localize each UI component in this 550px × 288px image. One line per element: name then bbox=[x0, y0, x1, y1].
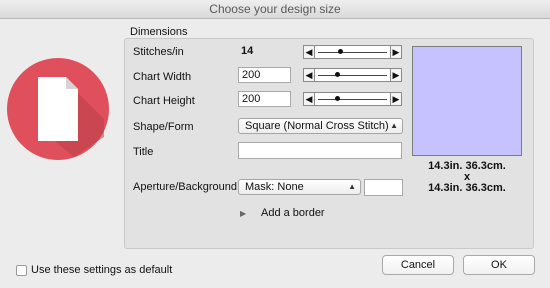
slider-knob[interactable] bbox=[334, 72, 340, 77]
stitches-slider[interactable]: ◀ ▶ bbox=[303, 45, 402, 59]
slider-track bbox=[318, 75, 387, 76]
slider-knob[interactable] bbox=[338, 49, 344, 54]
aperture-selected: Mask: None bbox=[245, 181, 304, 193]
slider-track bbox=[318, 99, 387, 100]
chart-height-slider[interactable]: ◀ ▶ bbox=[303, 92, 402, 106]
chevron-updown-icon: ▲ bbox=[348, 182, 356, 191]
chart-width-field[interactable] bbox=[238, 67, 291, 83]
window-title: Choose your design size bbox=[0, 0, 550, 19]
title-field[interactable] bbox=[238, 142, 402, 159]
aperture-label: Aperture/Background bbox=[133, 181, 237, 193]
slider-right-arrow-icon[interactable]: ▶ bbox=[390, 93, 401, 105]
disclosure-triangle-icon[interactable]: ▶ bbox=[240, 209, 246, 218]
title-label: Title bbox=[133, 146, 154, 158]
chevron-updown-icon: ▲ bbox=[390, 121, 398, 130]
chart-height-field[interactable] bbox=[238, 91, 291, 107]
slider-right-arrow-icon[interactable]: ▶ bbox=[390, 46, 401, 58]
cancel-button[interactable]: Cancel bbox=[382, 255, 454, 275]
slider-left-arrow-icon[interactable]: ◀ bbox=[304, 69, 315, 81]
slider-left-arrow-icon[interactable]: ◀ bbox=[304, 93, 315, 105]
shape-form-select[interactable]: Square (Normal Cross Stitch) ▲ bbox=[238, 118, 403, 134]
dimensions-group-label: Dimensions bbox=[130, 26, 188, 38]
design-size-dialog: Choose your design size Dimensions Stitc… bbox=[0, 0, 550, 288]
preview-size-line2: 14.3in. 36.3cm. bbox=[428, 182, 506, 194]
chart-width-slider[interactable]: ◀ ▶ bbox=[303, 68, 402, 82]
chart-height-label: Chart Height bbox=[133, 95, 195, 107]
add-border-label[interactable]: Add a border bbox=[261, 207, 325, 219]
chart-width-label: Chart Width bbox=[133, 71, 192, 83]
shape-form-selected: Square (Normal Cross Stitch) bbox=[245, 120, 389, 132]
slider-left-arrow-icon[interactable]: ◀ bbox=[304, 46, 315, 58]
slider-track bbox=[318, 52, 387, 53]
slider-knob[interactable] bbox=[334, 96, 340, 101]
size-preview-swatch bbox=[412, 46, 522, 156]
aperture-select[interactable]: Mask: None ▲ bbox=[238, 179, 361, 195]
default-settings-label[interactable]: Use these settings as default bbox=[31, 264, 172, 276]
slider-right-arrow-icon[interactable]: ▶ bbox=[390, 69, 401, 81]
default-settings-checkbox[interactable] bbox=[16, 265, 27, 276]
stitches-value: 14 bbox=[241, 45, 254, 57]
stitches-label: Stitches/in bbox=[133, 46, 184, 58]
shape-form-label: Shape/Form bbox=[133, 121, 194, 133]
ok-button[interactable]: OK bbox=[463, 255, 535, 275]
document-icon bbox=[6, 57, 110, 161]
aperture-extra-field[interactable] bbox=[364, 179, 403, 196]
